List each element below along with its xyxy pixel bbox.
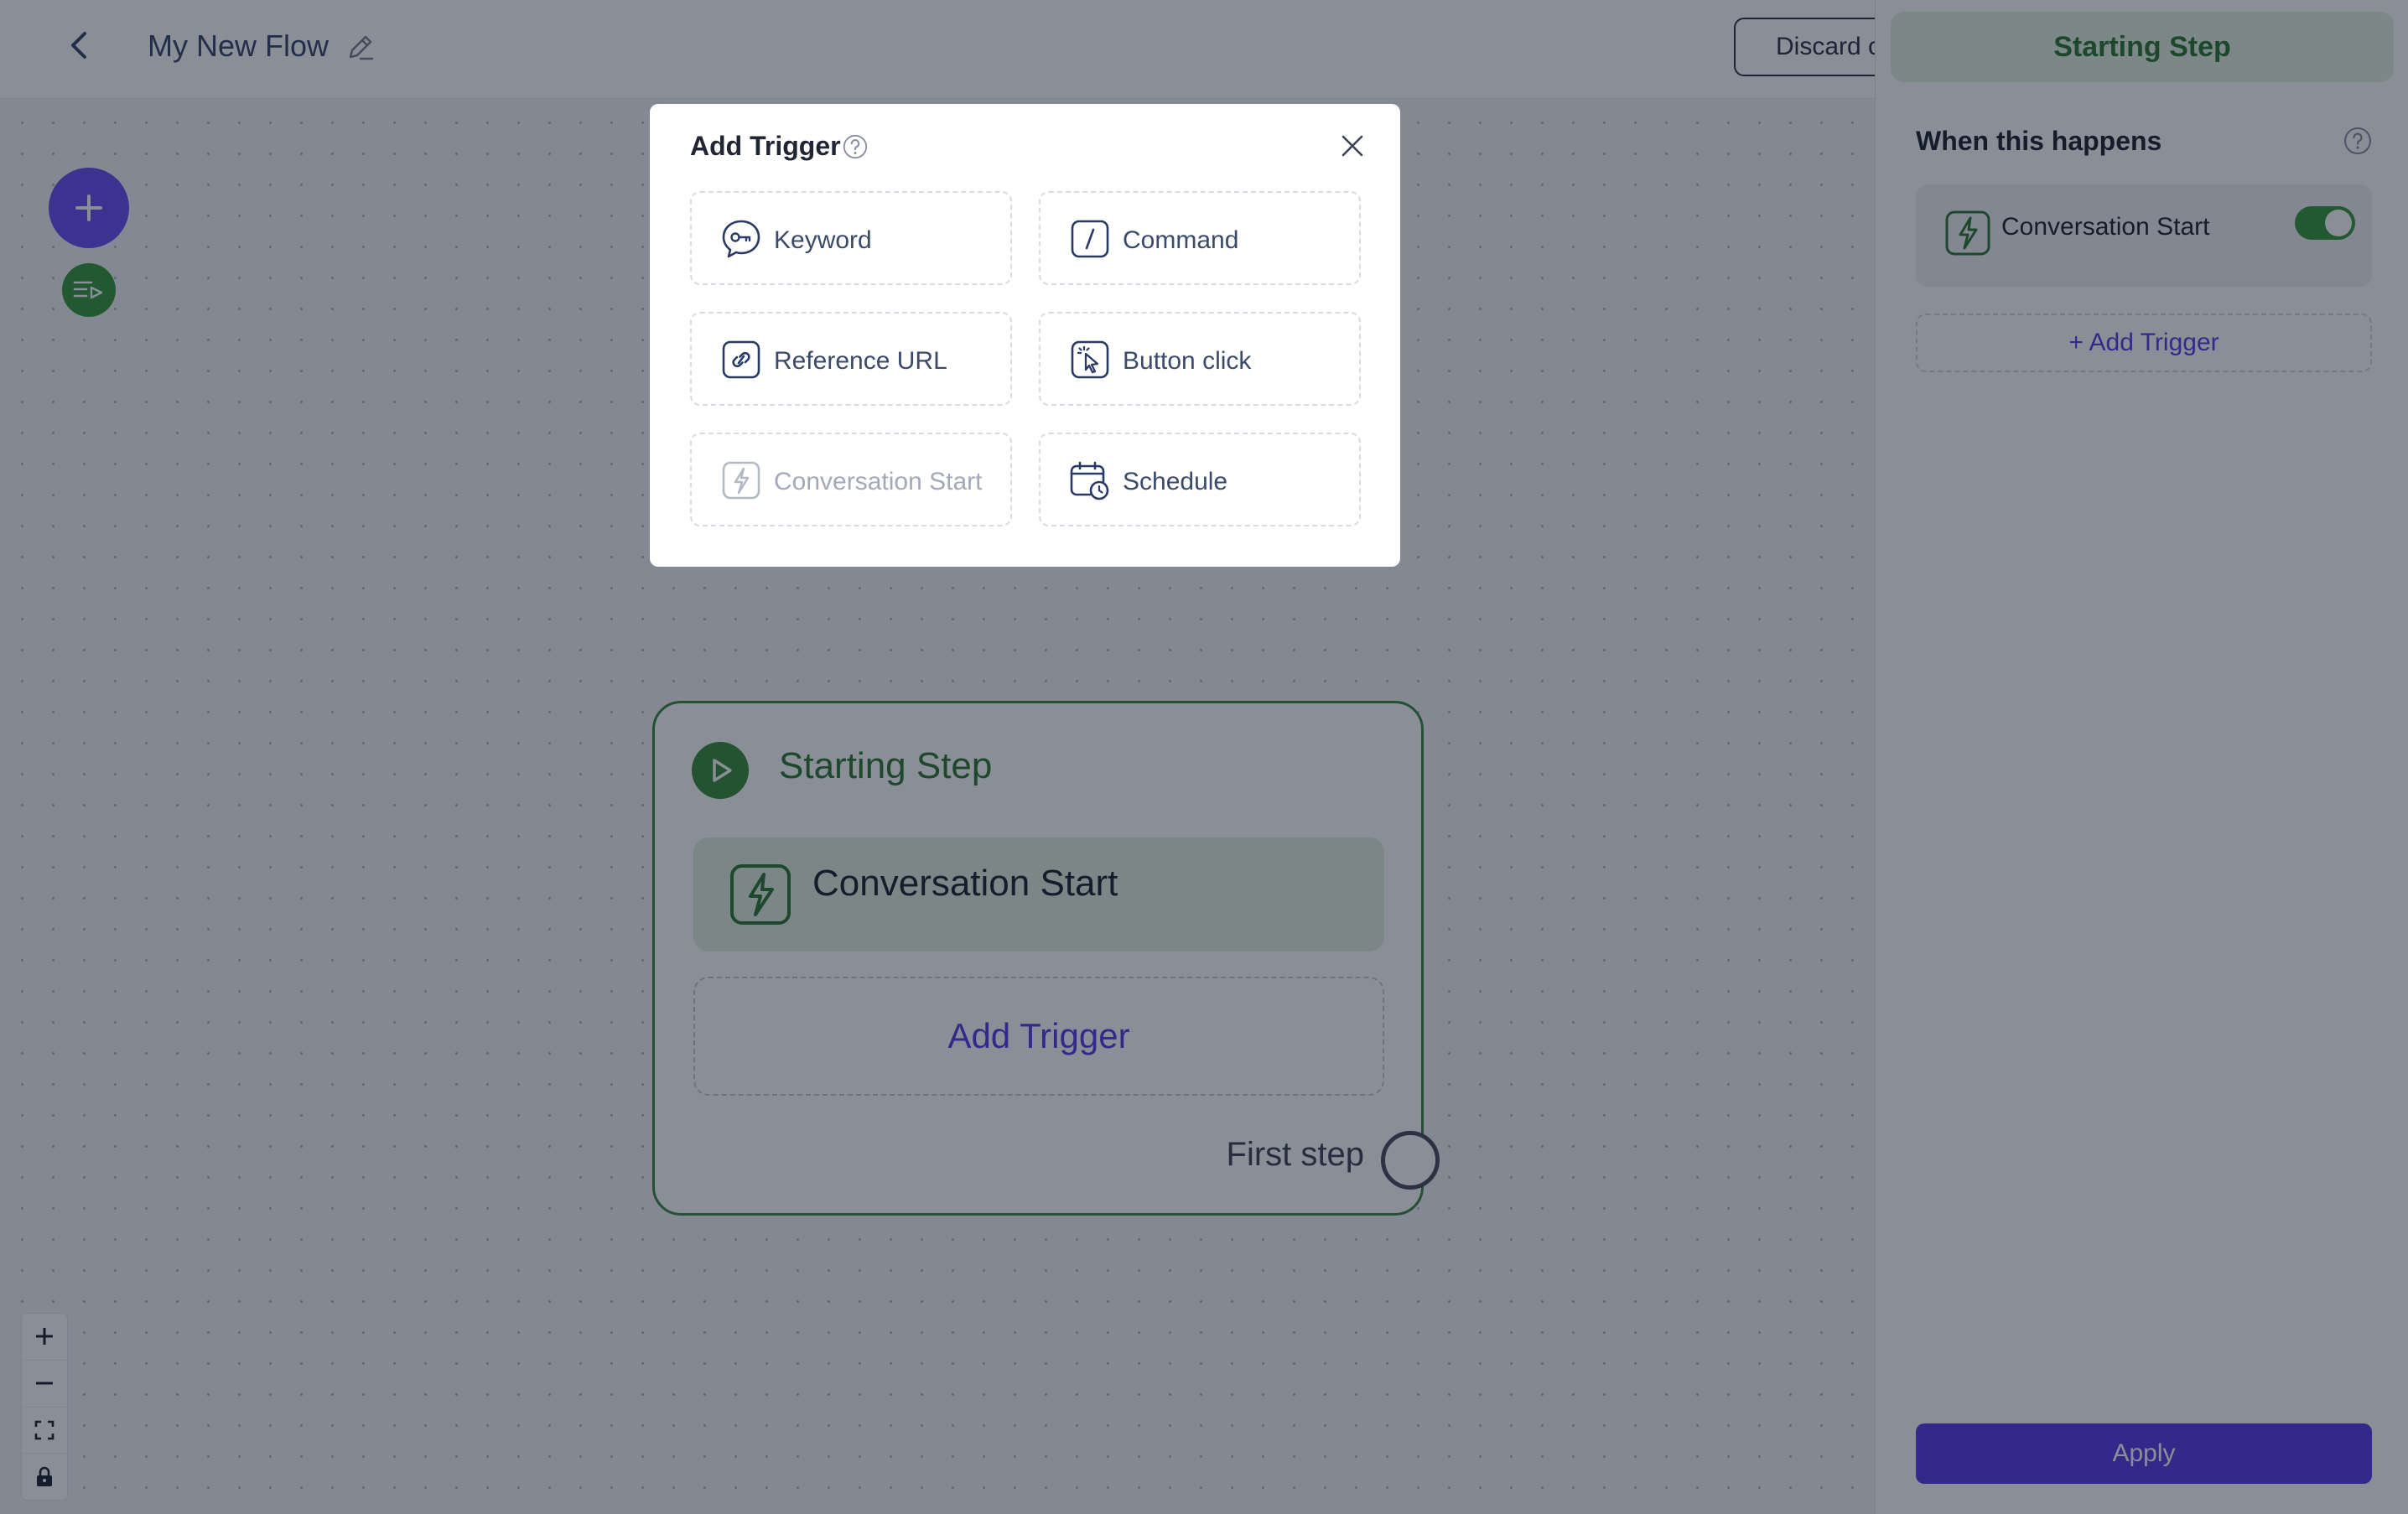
keyword-icon	[722, 220, 760, 258]
close-icon	[1342, 135, 1363, 157]
trigger-option-schedule[interactable]: Schedule	[1039, 433, 1361, 526]
trigger-option-label: Reference URL	[774, 347, 947, 375]
cursor-click-icon	[1071, 340, 1109, 379]
trigger-option-label: Command	[1123, 226, 1239, 254]
add-trigger-modal: Add Trigger Keyword Command Reference UR…	[650, 104, 1400, 567]
calendar-clock-icon	[1070, 461, 1109, 500]
trigger-option-reference-url[interactable]: Reference URL	[690, 312, 1012, 406]
lightning-icon	[722, 461, 760, 500]
trigger-option-keyword[interactable]: Keyword	[690, 191, 1012, 285]
trigger-option-conversation-start: Conversation Start	[690, 433, 1012, 526]
command-icon	[1071, 220, 1109, 258]
trigger-option-label: Schedule	[1123, 468, 1228, 495]
trigger-option-label: Button click	[1123, 347, 1252, 375]
trigger-option-label: Conversation Start	[774, 468, 983, 495]
trigger-option-command[interactable]: Command	[1039, 191, 1361, 285]
modal-title: Add Trigger	[690, 131, 841, 161]
trigger-option-button-click[interactable]: Button click	[1039, 312, 1361, 406]
help-circle-icon[interactable]	[841, 132, 869, 161]
trigger-option-label: Keyword	[774, 226, 872, 254]
modal-close-button[interactable]	[1334, 127, 1371, 164]
link-icon	[722, 340, 760, 379]
